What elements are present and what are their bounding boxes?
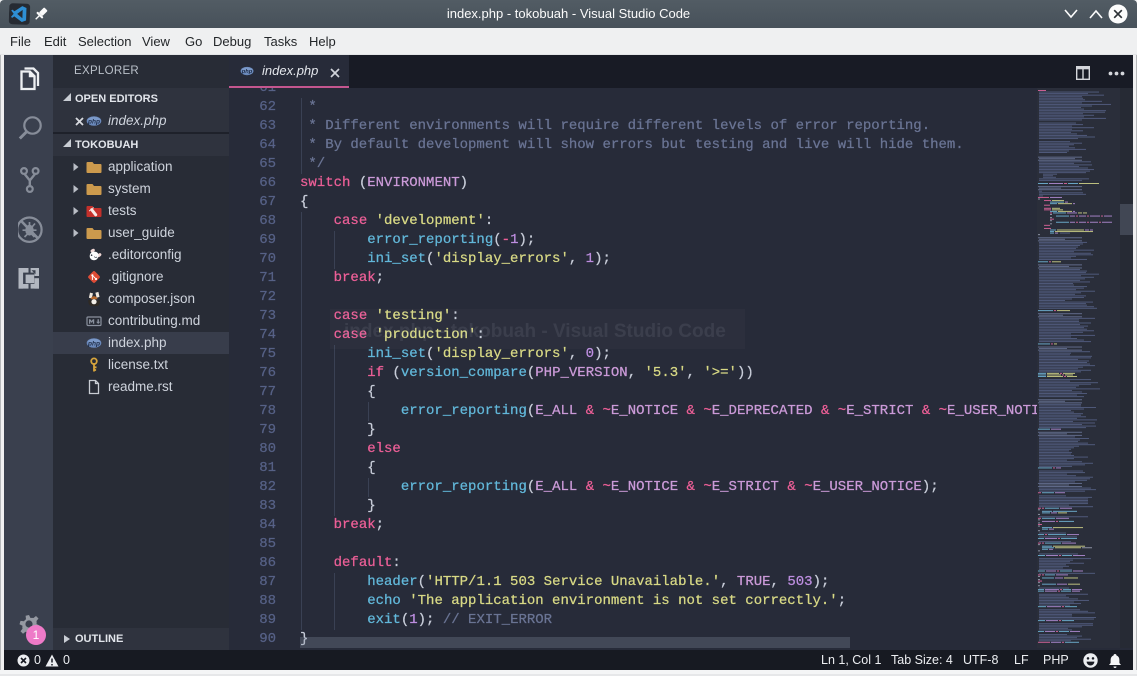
- svg-text:php: php: [87, 340, 100, 347]
- svg-text:php: php: [241, 69, 253, 75]
- svg-text:php: php: [87, 118, 100, 125]
